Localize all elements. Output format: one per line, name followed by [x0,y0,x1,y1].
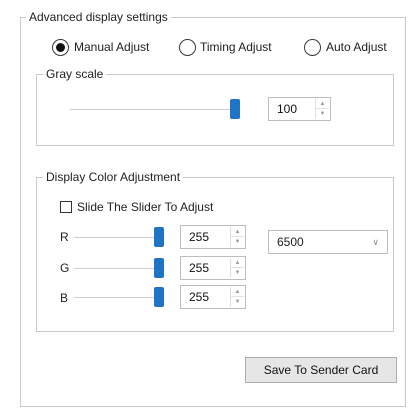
auto-adjust-radio[interactable] [304,39,321,56]
channel-r-slider-track [74,237,162,238]
manual-adjust-radio[interactable] [52,39,69,56]
spin-down-icon[interactable]: ▼ [316,109,329,119]
channel-g-slider-handle[interactable] [154,258,164,278]
channel-b-slider-track [74,297,162,298]
spin-up-icon[interactable]: ▲ [316,99,329,109]
gray-scale-title: Gray scale [43,67,107,81]
color-temperature-value[interactable]: 6500 [277,231,304,253]
display-color-adjustment-title: Display Color Adjustment [43,170,184,184]
channel-r-spinbox[interactable]: 255 ▲ ▼ [180,225,246,249]
gray-scale-value[interactable]: 100 [277,98,297,120]
spin-down-icon[interactable]: ▼ [231,297,244,307]
channel-r-label: R [60,230,69,244]
spin-down-icon[interactable]: ▼ [231,268,244,278]
channel-r-value[interactable]: 255 [189,226,209,248]
spinbox-buttons: ▲ ▼ [230,258,244,278]
channel-b-slider-handle[interactable] [154,287,164,307]
timing-adjust-label[interactable]: Timing Adjust [200,40,272,54]
chevron-down-icon[interactable]: ∨ [372,231,379,253]
channel-b-value[interactable]: 255 [189,286,209,308]
slide-to-adjust-label[interactable]: Slide The Slider To Adjust [77,200,213,214]
manual-adjust-label[interactable]: Manual Adjust [74,40,149,54]
timing-adjust-radio[interactable] [179,39,196,56]
channel-r-slider-handle[interactable] [154,227,164,247]
gray-scale-slider-track [70,109,235,110]
auto-adjust-label[interactable]: Auto Adjust [326,40,387,54]
color-temperature-select[interactable]: 6500 ∨ [268,230,388,254]
spin-down-icon[interactable]: ▼ [231,237,244,247]
spin-up-icon[interactable]: ▲ [231,227,244,237]
spin-up-icon[interactable]: ▲ [231,287,244,297]
spin-up-icon[interactable]: ▲ [231,258,244,268]
radio-selected-dot [56,43,65,52]
channel-g-slider-track [74,268,162,269]
channel-b-label: B [60,291,69,305]
channel-b-spinbox[interactable]: 255 ▲ ▼ [180,285,246,309]
advanced-display-settings-title: Advanced display settings [26,10,171,24]
slide-to-adjust-checkbox[interactable] [60,201,72,213]
spinbox-buttons: ▲ ▼ [230,227,244,247]
gray-scale-spinbox[interactable]: 100 ▲ ▼ [268,97,331,121]
spinbox-buttons: ▲ ▼ [315,99,329,119]
channel-g-spinbox[interactable]: 255 ▲ ▼ [180,256,246,280]
channel-g-value[interactable]: 255 [189,257,209,279]
gray-scale-group [36,74,394,146]
spinbox-buttons: ▲ ▼ [230,287,244,307]
channel-g-label: G [60,261,70,275]
save-to-sender-card-button[interactable]: Save To Sender Card [245,357,397,383]
gray-scale-slider-handle[interactable] [230,99,240,119]
